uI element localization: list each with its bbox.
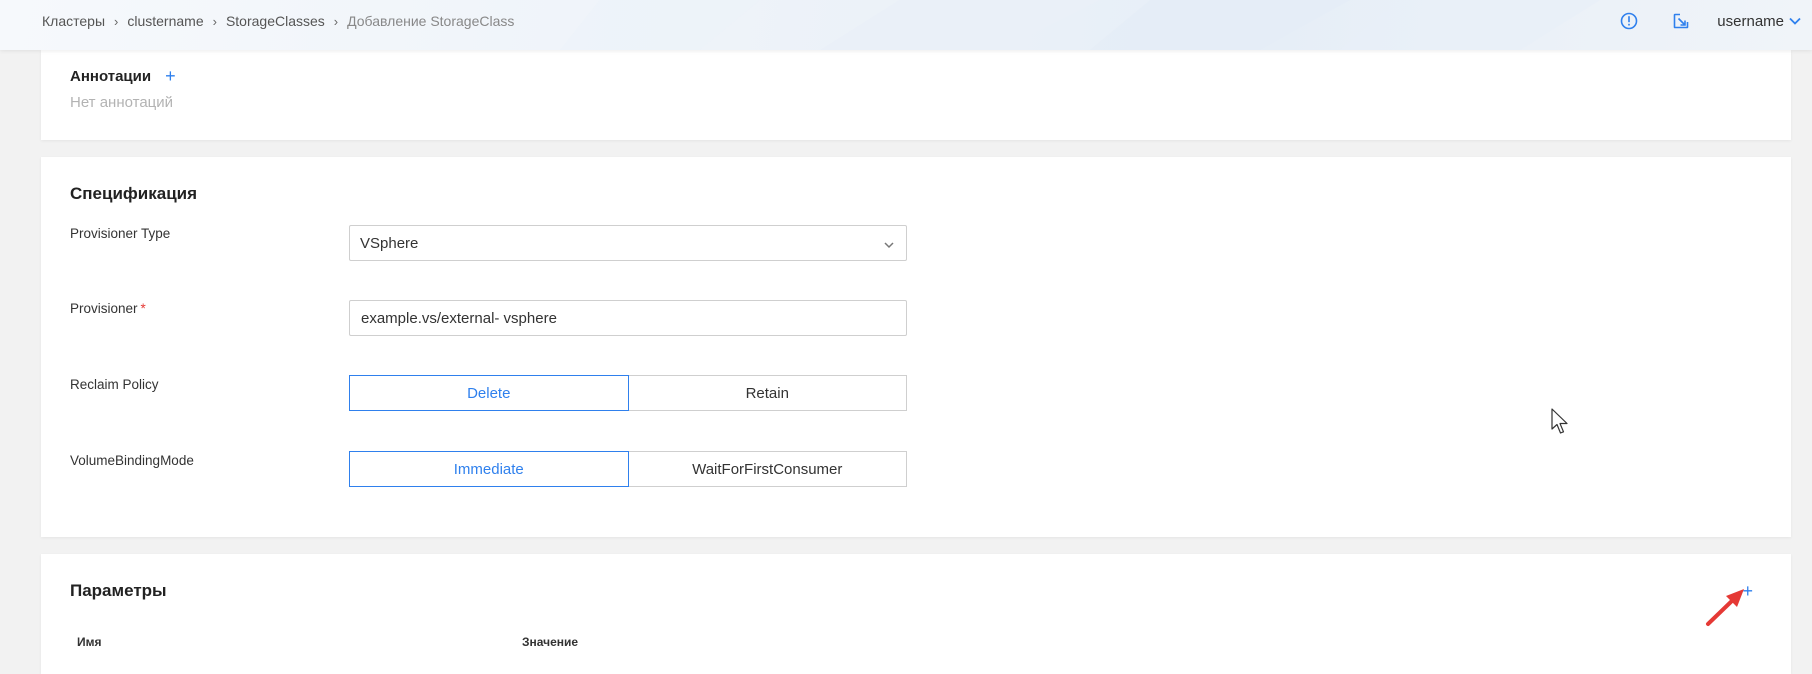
annotations-title: Аннотации — [70, 67, 152, 85]
breadcrumb-current-page: Добавление StorageClass — [347, 13, 515, 29]
chevron-down-icon — [1788, 13, 1802, 30]
provisioner-type-select[interactable]: VSphere — [349, 225, 907, 261]
breadcrumb-separator: › — [114, 13, 119, 29]
volume-binding-immediate-option[interactable]: Immediate — [349, 451, 629, 487]
annotations-empty-text: Нет аннотаций — [70, 94, 174, 111]
reclaim-policy-toggle: Delete Retain — [349, 375, 907, 411]
specification-card: Спецификация Provisioner Type VSphere Pr… — [41, 157, 1791, 537]
annotations-header: Аннотации + — [70, 67, 176, 85]
breadcrumb-clusters[interactable]: Кластеры — [42, 13, 105, 29]
provisioner-label-text: Provisioner — [70, 301, 138, 316]
volume-binding-waitforfirstconsumer-option[interactable]: WaitForFirstConsumer — [628, 451, 907, 487]
volume-binding-mode-toggle: Immediate WaitForFirstConsumer — [349, 451, 907, 487]
top-bar: Кластеры › clustername › StorageClasses … — [0, 0, 1812, 50]
breadcrumb-cluster-name[interactable]: clustername — [127, 13, 203, 29]
parameters-title: Параметры — [70, 581, 167, 600]
reclaim-policy-delete-option[interactable]: Delete — [349, 375, 629, 411]
column-header-name: Имя — [77, 635, 102, 649]
required-mark: * — [140, 301, 146, 316]
parameters-card: Параметры + Имя Значение — [41, 554, 1791, 674]
add-annotation-button[interactable]: + — [165, 67, 176, 85]
breadcrumb-storageclasses[interactable]: StorageClasses — [226, 13, 325, 29]
mouse-cursor-icon — [1551, 408, 1568, 434]
info-circle-icon[interactable] — [1617, 9, 1641, 33]
breadcrumb-separator: › — [333, 13, 339, 29]
username-label: username — [1717, 12, 1784, 30]
breadcrumb-separator: › — [212, 13, 217, 29]
provisioner-input[interactable] — [349, 300, 907, 336]
header-actions: username — [1617, 0, 1812, 42]
annotations-card: Аннотации + Нет аннотаций — [41, 50, 1791, 140]
user-menu[interactable]: username — [1717, 13, 1802, 30]
volume-binding-mode-label: VolumeBindingMode — [70, 453, 194, 468]
external-link-icon[interactable] — [1669, 9, 1693, 33]
reclaim-policy-label: Reclaim Policy — [70, 377, 159, 392]
column-header-value: Значение — [522, 635, 579, 649]
chevron-down-icon — [882, 237, 896, 254]
provisioner-type-value: VSphere — [360, 234, 419, 252]
provisioner-type-label: Provisioner Type — [70, 226, 171, 241]
reclaim-policy-retain-option[interactable]: Retain — [628, 375, 907, 411]
specification-title: Спецификация — [70, 184, 198, 203]
annotation-arrow-icon — [1706, 589, 1744, 626]
breadcrumb: Кластеры › clustername › StorageClasses … — [42, 0, 514, 42]
provisioner-label: Provisioner * — [70, 301, 146, 316]
